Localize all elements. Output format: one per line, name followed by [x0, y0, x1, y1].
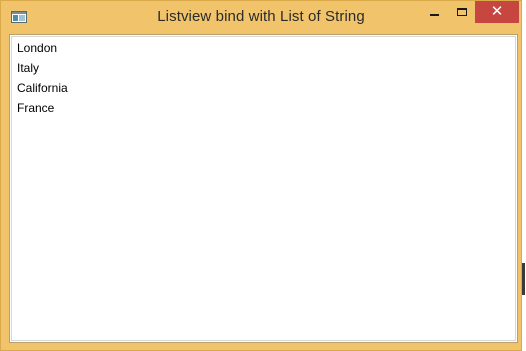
maximize-icon	[457, 8, 467, 16]
client-area: London Italy California France	[9, 34, 518, 343]
app-window: Listview bind with List of String ✕ Lond…	[0, 0, 522, 351]
minimize-button[interactable]	[421, 1, 447, 23]
list-view[interactable]: London Italy California France	[11, 36, 516, 341]
list-item[interactable]: California	[12, 78, 515, 98]
list-item[interactable]: London	[12, 38, 515, 58]
close-button[interactable]: ✕	[475, 1, 519, 23]
maximize-button[interactable]	[449, 1, 475, 23]
title-bar[interactable]: Listview bind with List of String ✕	[1, 1, 521, 34]
resize-grip[interactable]	[522, 263, 525, 295]
close-icon: ✕	[490, 3, 504, 20]
list-item[interactable]: Italy	[12, 58, 515, 78]
list-item[interactable]: France	[12, 98, 515, 118]
minimize-icon	[430, 14, 439, 16]
